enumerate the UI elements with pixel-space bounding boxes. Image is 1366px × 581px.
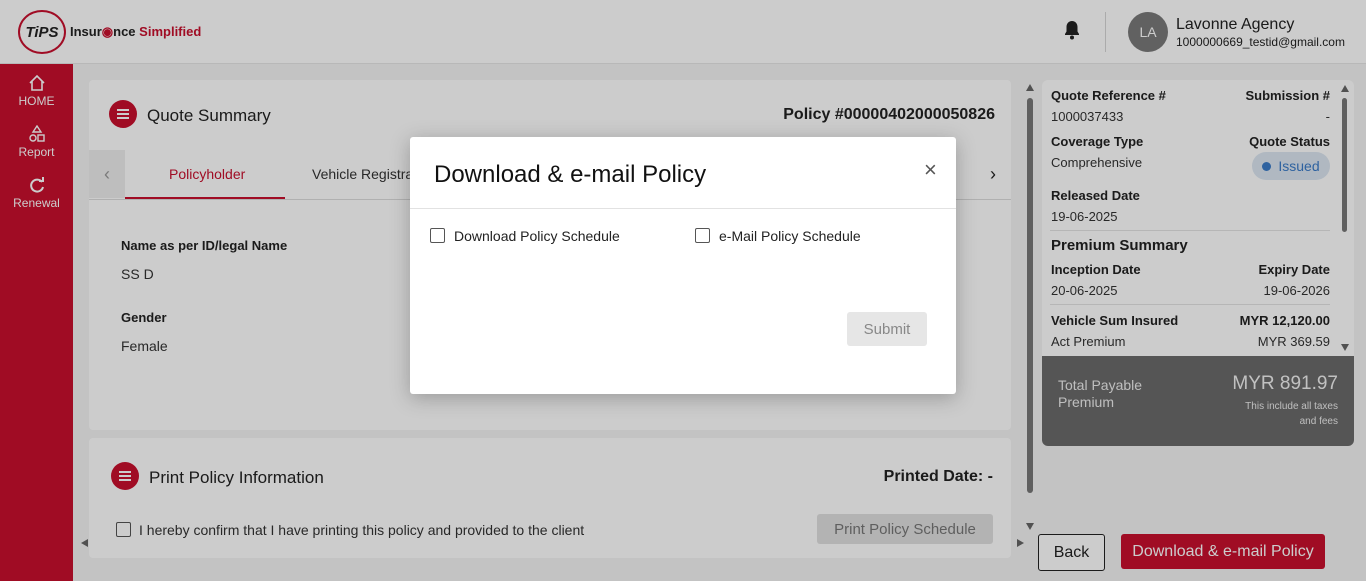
download-email-modal: Download & e-mail Policy × Download Poli… (410, 137, 956, 394)
close-icon[interactable]: × (924, 157, 937, 183)
download-schedule-label[interactable]: Download Policy Schedule (454, 228, 620, 244)
email-schedule-checkbox[interactable] (695, 228, 710, 243)
modal-title: Download & e-mail Policy (434, 161, 707, 188)
submit-button[interactable]: Submit (847, 312, 927, 346)
modal-divider (410, 208, 956, 209)
email-schedule-label[interactable]: e-Mail Policy Schedule (719, 228, 861, 244)
download-schedule-checkbox[interactable] (430, 228, 445, 243)
